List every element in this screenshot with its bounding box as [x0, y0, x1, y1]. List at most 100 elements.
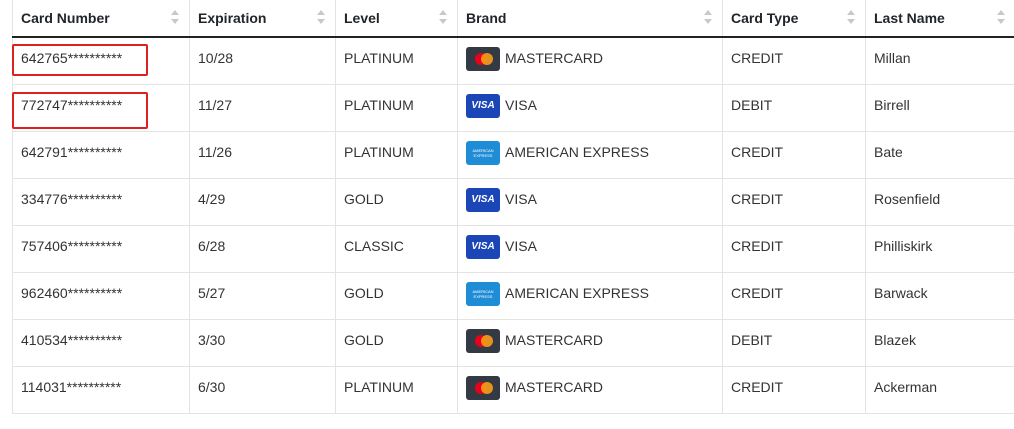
- cell-card-number: 410534**********: [12, 319, 190, 367]
- column-header-last-name[interactable]: Last Name: [865, 0, 1014, 38]
- cell-brand: VISA VISA: [457, 225, 723, 273]
- cell-level: CLASSIC: [335, 225, 458, 273]
- visa-logo: VISA: [466, 234, 500, 259]
- sort-icon[interactable]: [847, 10, 855, 26]
- cell-expiration: 5/27: [189, 272, 336, 320]
- highlight-box-row-2: [12, 92, 148, 129]
- mastercard-logo: [466, 328, 500, 353]
- cell-card-type: CREDIT: [722, 37, 866, 85]
- cell-last-name: Barwack: [865, 272, 1014, 320]
- cell-expiration: 11/27: [189, 84, 336, 132]
- cell-brand: VISA VISA: [457, 84, 723, 132]
- brand-wrapper: MASTERCARD: [466, 47, 714, 71]
- cell-last-name: Philliskirk: [865, 225, 1014, 273]
- cell-card-type: CREDIT: [722, 178, 866, 226]
- cell-card-number: 114031**********: [12, 366, 190, 414]
- cell-brand: MASTERCARD: [457, 319, 723, 367]
- table-row[interactable]: 642765********** 10/28 PLATINUM MASTERCARD C…: [12, 37, 1014, 85]
- column-label: Brand: [466, 10, 507, 26]
- column-label: Expiration: [198, 10, 267, 26]
- cell-level: PLATINUM: [335, 366, 458, 414]
- column-label: Card Number: [21, 10, 110, 26]
- cell-last-name: Ackerman: [865, 366, 1014, 414]
- brand-wrapper: VISA VISA: [466, 234, 714, 259]
- cell-expiration: 4/29: [189, 178, 336, 226]
- cell-expiration: 10/28: [189, 37, 336, 85]
- cell-expiration: 6/30: [189, 366, 336, 414]
- brand-label: AMERICAN EXPRESS: [505, 284, 649, 301]
- cell-brand: MASTERCARD: [457, 37, 723, 85]
- cell-brand: AMERICAN EXPRESS AMERICAN EXPRESS: [457, 131, 723, 179]
- highlight-box-row-1: [12, 44, 148, 76]
- amex-logo: AMERICAN EXPRESS: [466, 140, 500, 165]
- column-header-expiration[interactable]: Expiration: [189, 0, 336, 38]
- column-label: Last Name: [874, 10, 945, 26]
- cell-brand: AMERICAN EXPRESS AMERICAN EXPRESS: [457, 272, 723, 320]
- brand-wrapper: AMERICAN EXPRESS AMERICAN EXPRESS: [466, 140, 714, 165]
- cell-expiration: 3/30: [189, 319, 336, 367]
- cell-level: GOLD: [335, 319, 458, 367]
- cell-level: GOLD: [335, 178, 458, 226]
- cell-card-type: DEBIT: [722, 319, 866, 367]
- cell-card-number: 962460**********: [12, 272, 190, 320]
- cell-level: PLATINUM: [335, 131, 458, 179]
- cell-card-number: 757406**********: [12, 225, 190, 273]
- column-header-card-number[interactable]: Card Number: [12, 0, 190, 38]
- cell-level: PLATINUM: [335, 84, 458, 132]
- column-label: Card Type: [731, 10, 799, 26]
- visa-logo: VISA: [466, 187, 500, 212]
- sort-icon[interactable]: [171, 10, 179, 26]
- cell-level: PLATINUM: [335, 37, 458, 85]
- brand-wrapper: VISA VISA: [466, 93, 714, 118]
- cell-expiration: 6/28: [189, 225, 336, 273]
- brand-wrapper: AMERICAN EXPRESS AMERICAN EXPRESS: [466, 281, 714, 306]
- amex-logo: AMERICAN EXPRESS: [466, 281, 500, 306]
- visa-logo: VISA: [466, 93, 500, 118]
- cell-card-type: CREDIT: [722, 131, 866, 179]
- cell-card-type: DEBIT: [722, 84, 866, 132]
- column-header-brand[interactable]: Brand: [457, 0, 723, 38]
- cell-card-number: 334776**********: [12, 178, 190, 226]
- table-row[interactable]: 772747********** 11/27 PLATINUM VISA VISA DEB…: [12, 84, 1014, 132]
- cell-last-name: Millan: [865, 37, 1014, 85]
- table-row[interactable]: 410534********** 3/30 GOLD MASTERCARD DEBIT B…: [12, 319, 1014, 367]
- brand-label: MASTERCARD: [505, 378, 604, 395]
- cell-last-name: Blazek: [865, 319, 1014, 367]
- mastercard-logo: [466, 47, 500, 71]
- brand-wrapper: VISA VISA: [466, 187, 714, 212]
- cell-card-type: CREDIT: [722, 272, 866, 320]
- cell-brand: VISA VISA: [457, 178, 723, 226]
- table-row[interactable]: 962460********** 5/27 GOLD AMERICAN EXPRESS…: [12, 272, 1014, 320]
- column-label: Level: [344, 10, 380, 26]
- column-header-level[interactable]: Level: [335, 0, 458, 38]
- brand-label: AMERICAN EXPRESS: [505, 143, 649, 160]
- table-row[interactable]: 334776********** 4/29 GOLD VISA VISA CREDIT Ro…: [12, 178, 1014, 226]
- cell-card-type: CREDIT: [722, 366, 866, 414]
- sort-icon[interactable]: [439, 10, 447, 26]
- cell-level: GOLD: [335, 272, 458, 320]
- brand-label: VISA: [505, 190, 537, 207]
- sort-icon[interactable]: [704, 10, 712, 26]
- cell-card-type: CREDIT: [722, 225, 866, 273]
- table-row[interactable]: 114031********** 6/30 PLATINUM MASTERCARD CR…: [12, 366, 1014, 414]
- cell-last-name: Rosenfield: [865, 178, 1014, 226]
- brand-wrapper: MASTERCARD: [466, 328, 714, 353]
- brand-label: VISA: [505, 96, 537, 113]
- cell-expiration: 11/26: [189, 131, 336, 179]
- sort-icon[interactable]: [996, 10, 1005, 26]
- table-row[interactable]: 757406********** 6/28 CLASSIC VISA VISA CREDI…: [12, 225, 1014, 273]
- cell-card-number: 642791**********: [12, 131, 190, 179]
- table-header-row: Card Number Expiration Level Brand Card …: [12, 0, 1014, 38]
- table-row[interactable]: 642791********** 11/26 PLATINUM AMERICAN EX…: [12, 131, 1014, 179]
- sort-icon[interactable]: [317, 10, 325, 26]
- brand-label: VISA: [505, 237, 537, 254]
- cell-last-name: Birrell: [865, 84, 1014, 132]
- cell-brand: MASTERCARD: [457, 366, 723, 414]
- cell-last-name: Bate: [865, 131, 1014, 179]
- brand-label: MASTERCARD: [505, 50, 604, 66]
- column-header-card-type[interactable]: Card Type: [722, 0, 866, 38]
- cards-table: Card Number Expiration Level Brand Card …: [12, 0, 1014, 414]
- mastercard-logo: [466, 375, 500, 400]
- brand-wrapper: MASTERCARD: [466, 375, 714, 400]
- brand-label: MASTERCARD: [505, 331, 604, 348]
